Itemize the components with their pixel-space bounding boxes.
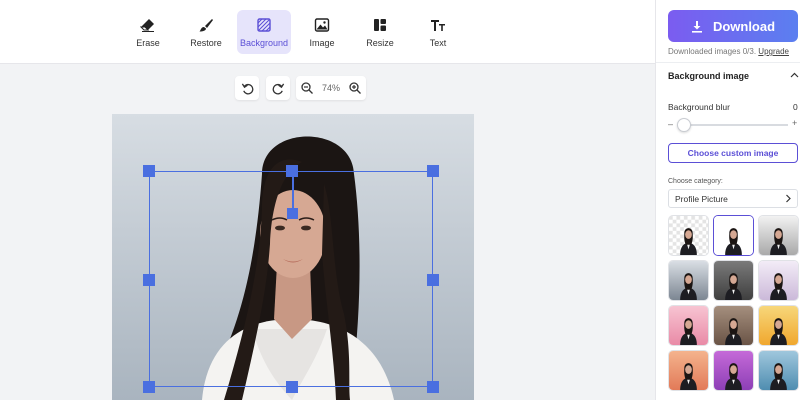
- image-icon: [314, 18, 330, 32]
- undo-button[interactable]: [235, 76, 259, 100]
- brush-icon: [199, 19, 213, 32]
- background-option[interactable]: [713, 350, 754, 391]
- resize-handle-bottom-right[interactable]: [427, 381, 439, 393]
- category-value: Profile Picture: [675, 193, 728, 204]
- background-thumbnail: [759, 216, 798, 255]
- blur-slider-track[interactable]: [680, 124, 788, 126]
- background-thumbnail: [669, 306, 708, 345]
- tool-restore-label: Restore: [190, 38, 222, 48]
- redo-button[interactable]: [266, 76, 290, 100]
- chevron-right-icon: [786, 194, 791, 203]
- tool-text-label: Text: [429, 38, 447, 48]
- tool-text[interactable]: Text: [411, 10, 465, 54]
- download-icon: [691, 20, 702, 33]
- tool-resize-label: Resize: [366, 38, 394, 48]
- background-option[interactable]: [713, 260, 754, 301]
- background-option[interactable]: [713, 215, 754, 256]
- text-icon: [431, 20, 445, 31]
- download-button[interactable]: Download: [668, 10, 798, 42]
- tool-restore[interactable]: Restore: [179, 10, 233, 54]
- redo-icon: [272, 83, 284, 94]
- choose-custom-image-button[interactable]: Choose custom image: [668, 143, 798, 163]
- slider-minus[interactable]: –: [668, 119, 673, 129]
- resize-handle-right[interactable]: [427, 274, 439, 286]
- tool-background[interactable]: Background: [237, 10, 291, 54]
- background-thumbnail: [759, 261, 798, 300]
- blur-label: Background blur: [668, 102, 730, 112]
- tool-resize[interactable]: Resize: [353, 10, 407, 54]
- resize-handle-top-left[interactable]: [143, 165, 155, 177]
- background-thumbnail: [669, 261, 708, 300]
- resize-handle-bottom[interactable]: [286, 381, 298, 393]
- eraser-icon: [140, 19, 154, 32]
- settings-panel: Download Downloaded images 0/3. Upgrade …: [655, 0, 800, 400]
- background-option[interactable]: [758, 260, 799, 301]
- slider-plus[interactable]: +: [792, 118, 797, 128]
- selection-box[interactable]: [143, 165, 439, 393]
- tool-image[interactable]: Image: [295, 10, 349, 54]
- background-option[interactable]: [713, 305, 754, 346]
- background-icon: [257, 18, 271, 32]
- resize-icon: [374, 19, 386, 31]
- zoom-controls: 74%: [296, 76, 366, 100]
- zoom-out-icon[interactable]: [301, 82, 313, 94]
- background-thumbnail: [759, 351, 798, 390]
- tool-erase-label: Erase: [136, 38, 160, 48]
- download-label: Download: [712, 18, 776, 34]
- background-thumbnail: [714, 216, 753, 255]
- background-option[interactable]: [668, 260, 709, 301]
- upgrade-link[interactable]: Upgrade: [758, 47, 789, 56]
- background-thumbnail: [669, 216, 708, 255]
- tool-background-label: Background: [239, 38, 289, 48]
- divider: [656, 62, 800, 63]
- zoom-level: 74%: [321, 83, 340, 93]
- background-thumbnail: [714, 261, 753, 300]
- zoom-in-icon[interactable]: [349, 82, 361, 94]
- background-option[interactable]: [668, 350, 709, 391]
- edit-toolbar: Erase Restore Background Image Resize Te…: [0, 0, 655, 64]
- background-thumbnail: [759, 306, 798, 345]
- resize-handle-left[interactable]: [143, 274, 155, 286]
- tool-erase[interactable]: Erase: [121, 10, 175, 54]
- tool-image-label: Image: [309, 38, 335, 48]
- resize-handle-top-right[interactable]: [427, 165, 439, 177]
- category-select[interactable]: Profile Picture: [668, 189, 798, 208]
- resize-handle-bottom-left[interactable]: [143, 381, 155, 393]
- undo-icon: [241, 83, 253, 94]
- rotate-handle[interactable]: [287, 208, 298, 219]
- blur-slider-thumb[interactable]: [677, 118, 691, 132]
- background-option[interactable]: [668, 215, 709, 256]
- background-option[interactable]: [758, 350, 799, 391]
- background-option[interactable]: [758, 305, 799, 346]
- category-label: Choose category:: [668, 178, 723, 185]
- resize-handle-top[interactable]: [286, 165, 298, 177]
- background-thumbnail: [669, 351, 708, 390]
- chevron-up-icon[interactable]: [790, 72, 799, 78]
- background-thumbnail: [714, 306, 753, 345]
- download-quota: Downloaded images 0/3. Upgrade: [656, 47, 800, 56]
- editor-canvas: 74%: [0, 64, 655, 400]
- blur-value: 0: [793, 102, 798, 112]
- background-option[interactable]: [758, 215, 799, 256]
- background-thumbnail: [714, 351, 753, 390]
- background-option[interactable]: [668, 305, 709, 346]
- download-quota-text: Downloaded images 0/3.: [668, 47, 757, 56]
- section-title: Background image: [668, 71, 750, 81]
